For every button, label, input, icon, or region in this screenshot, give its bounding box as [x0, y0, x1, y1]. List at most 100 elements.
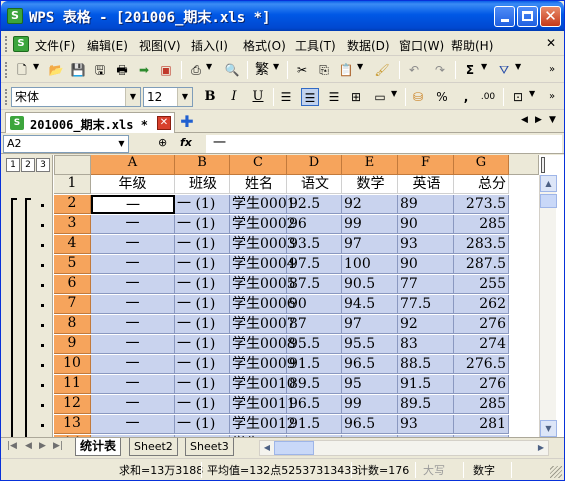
bold-button[interactable]: B: [201, 88, 219, 106]
close-button[interactable]: ✕: [540, 6, 561, 27]
row-header[interactable]: 8: [54, 315, 91, 334]
cell-total[interactable]: 283.5: [454, 235, 509, 254]
export-pdf-icon[interactable]: ▣: [157, 61, 175, 79]
cell-math[interactable]: 100: [342, 255, 398, 274]
underline-button[interactable]: U: [249, 88, 267, 106]
cell-grade[interactable]: 一: [91, 375, 175, 394]
cell-total[interactable]: 274: [454, 335, 509, 354]
copy-icon[interactable]: ⎘: [315, 61, 333, 79]
menu-overflow-icon[interactable]: ✕: [546, 36, 556, 50]
cell-english[interactable]: 88.5: [398, 355, 454, 374]
cell-class[interactable]: 一 (1): [175, 375, 230, 394]
cell-name[interactable]: 学生0006: [230, 295, 296, 314]
cell-class[interactable]: 一 (1): [175, 335, 230, 354]
cell-english[interactable]: 92: [398, 315, 454, 334]
cell-english[interactable]: 83: [398, 335, 454, 354]
cell-total[interactable]: 287.5: [454, 255, 509, 274]
outline-level-3-button[interactable]: 3: [36, 158, 50, 172]
cell-total[interactable]: 255: [454, 275, 509, 294]
column-header-d[interactable]: D: [287, 155, 342, 175]
cell-class[interactable]: 一 (1): [175, 275, 230, 294]
row-header[interactable]: 7: [54, 295, 91, 314]
menu-grip[interactable]: [5, 36, 8, 52]
cell-class[interactable]: 一 (1): [175, 415, 230, 434]
traditional-dropdown-icon[interactable]: ▼: [273, 62, 279, 71]
select-all-corner[interactable]: [54, 155, 91, 175]
open-folder-icon[interactable]: 📂: [47, 61, 65, 79]
cell-name[interactable]: 学生0008: [230, 335, 296, 354]
scroll-up-icon[interactable]: ▲: [540, 175, 557, 192]
cell-class[interactable]: 一 (1): [175, 215, 230, 234]
merge-center-icon[interactable]: ⊞: [347, 88, 365, 106]
resize-grip[interactable]: [550, 466, 562, 478]
cell-name[interactable]: 学生0013: [230, 435, 296, 437]
scroll-down-icon[interactable]: ▼: [540, 420, 557, 437]
new-document-icon[interactable]: 🗋: [13, 61, 31, 79]
align-center-icon[interactable]: ☰: [301, 88, 319, 106]
header-cell-class[interactable]: 班级: [175, 175, 230, 194]
menu-app-icon[interactable]: S: [13, 36, 29, 52]
column-header-a[interactable]: A: [91, 155, 175, 175]
thousands-format-button[interactable]: ,: [457, 88, 475, 106]
toolbar-overflow-icon[interactable]: »: [543, 61, 561, 79]
cell-grade[interactable]: 一: [91, 295, 175, 314]
header-cell-name[interactable]: 姓名: [230, 175, 287, 194]
print-preview-magnifier-icon[interactable]: 🔍: [223, 61, 241, 79]
cell-english[interactable]: 90: [398, 215, 454, 234]
vertical-scroll-thumb[interactable]: [540, 194, 557, 208]
autofilter-icon[interactable]: ⛛: [495, 61, 513, 79]
column-header-c[interactable]: C: [230, 155, 287, 175]
format-painter-icon[interactable]: 🖌: [373, 61, 391, 79]
cell-name[interactable]: 学生0009: [230, 355, 296, 374]
column-header-e[interactable]: E: [342, 155, 398, 175]
column-header-f[interactable]: F: [398, 155, 454, 175]
cut-icon[interactable]: ✂: [293, 61, 311, 79]
wps-app-icon[interactable]: S: [7, 8, 23, 24]
sheet-tab-2[interactable]: Sheet2: [129, 438, 178, 456]
menu-tools[interactable]: 工具(T): [295, 37, 336, 54]
cell-english[interactable]: 77.5: [398, 295, 454, 314]
print-icon[interactable]: ⎙: [187, 61, 205, 79]
outline-level-2-button[interactable]: 2: [21, 158, 35, 172]
new-dropdown-icon[interactable]: ▼: [33, 62, 39, 71]
cell-math[interactable]: 97: [342, 315, 398, 334]
cell-english[interactable]: 93: [398, 235, 454, 254]
last-sheet-icon[interactable]: ▶|: [53, 441, 63, 451]
column-header-b[interactable]: B: [175, 155, 230, 175]
cell-english[interactable]: 91.5: [398, 375, 454, 394]
header-cell-chinese[interactable]: 语文: [287, 175, 342, 194]
column-header-extra[interactable]: [509, 155, 539, 175]
sheet-tab-1[interactable]: 统计表: [75, 438, 122, 456]
autosum-icon[interactable]: Σ: [461, 61, 479, 79]
cell-math[interactable]: 99: [342, 395, 398, 414]
menu-edit[interactable]: 编辑(E): [87, 37, 128, 54]
save-icon[interactable]: 💾: [69, 61, 87, 79]
row-header[interactable]: 2: [54, 195, 91, 214]
cell-math[interactable]: 97: [342, 235, 398, 254]
menu-insert[interactable]: 插入(I): [191, 37, 228, 54]
toolbar-grip[interactable]: [5, 62, 8, 78]
paste-icon[interactable]: 📋: [337, 61, 355, 79]
header-cell-english[interactable]: 英语: [398, 175, 454, 194]
cell-class[interactable]: 一 (1): [175, 195, 230, 214]
header-cell-math[interactable]: 数学: [342, 175, 398, 194]
paste-dropdown-icon[interactable]: ▼: [357, 62, 363, 71]
cell-name[interactable]: 学生0002: [230, 215, 296, 234]
print-dropdown-icon[interactable]: ▼: [206, 62, 212, 71]
prev-sheet-icon[interactable]: ◀: [25, 441, 32, 451]
redo-icon[interactable]: ↷: [431, 61, 449, 79]
cell-math[interactable]: 95: [342, 375, 398, 394]
minimize-button[interactable]: [494, 6, 515, 27]
row-header[interactable]: 12: [54, 395, 91, 414]
row-header[interactable]: 3: [54, 215, 91, 234]
cell-english[interactable]: 89.5: [398, 395, 454, 414]
cell-total[interactable]: 276: [454, 375, 509, 394]
cell-total[interactable]: 285: [454, 395, 509, 414]
font-name-select[interactable]: 宋体 ▼: [11, 87, 141, 107]
cell-math[interactable]: 94.5: [342, 295, 398, 314]
column-header-g[interactable]: G: [454, 155, 509, 175]
tab-scroll-left-icon[interactable]: ◀: [521, 115, 528, 125]
cell-class[interactable]: 一 (1): [175, 395, 230, 414]
cell-grade[interactable]: 一: [91, 315, 175, 334]
undo-icon[interactable]: ↶: [405, 61, 423, 79]
